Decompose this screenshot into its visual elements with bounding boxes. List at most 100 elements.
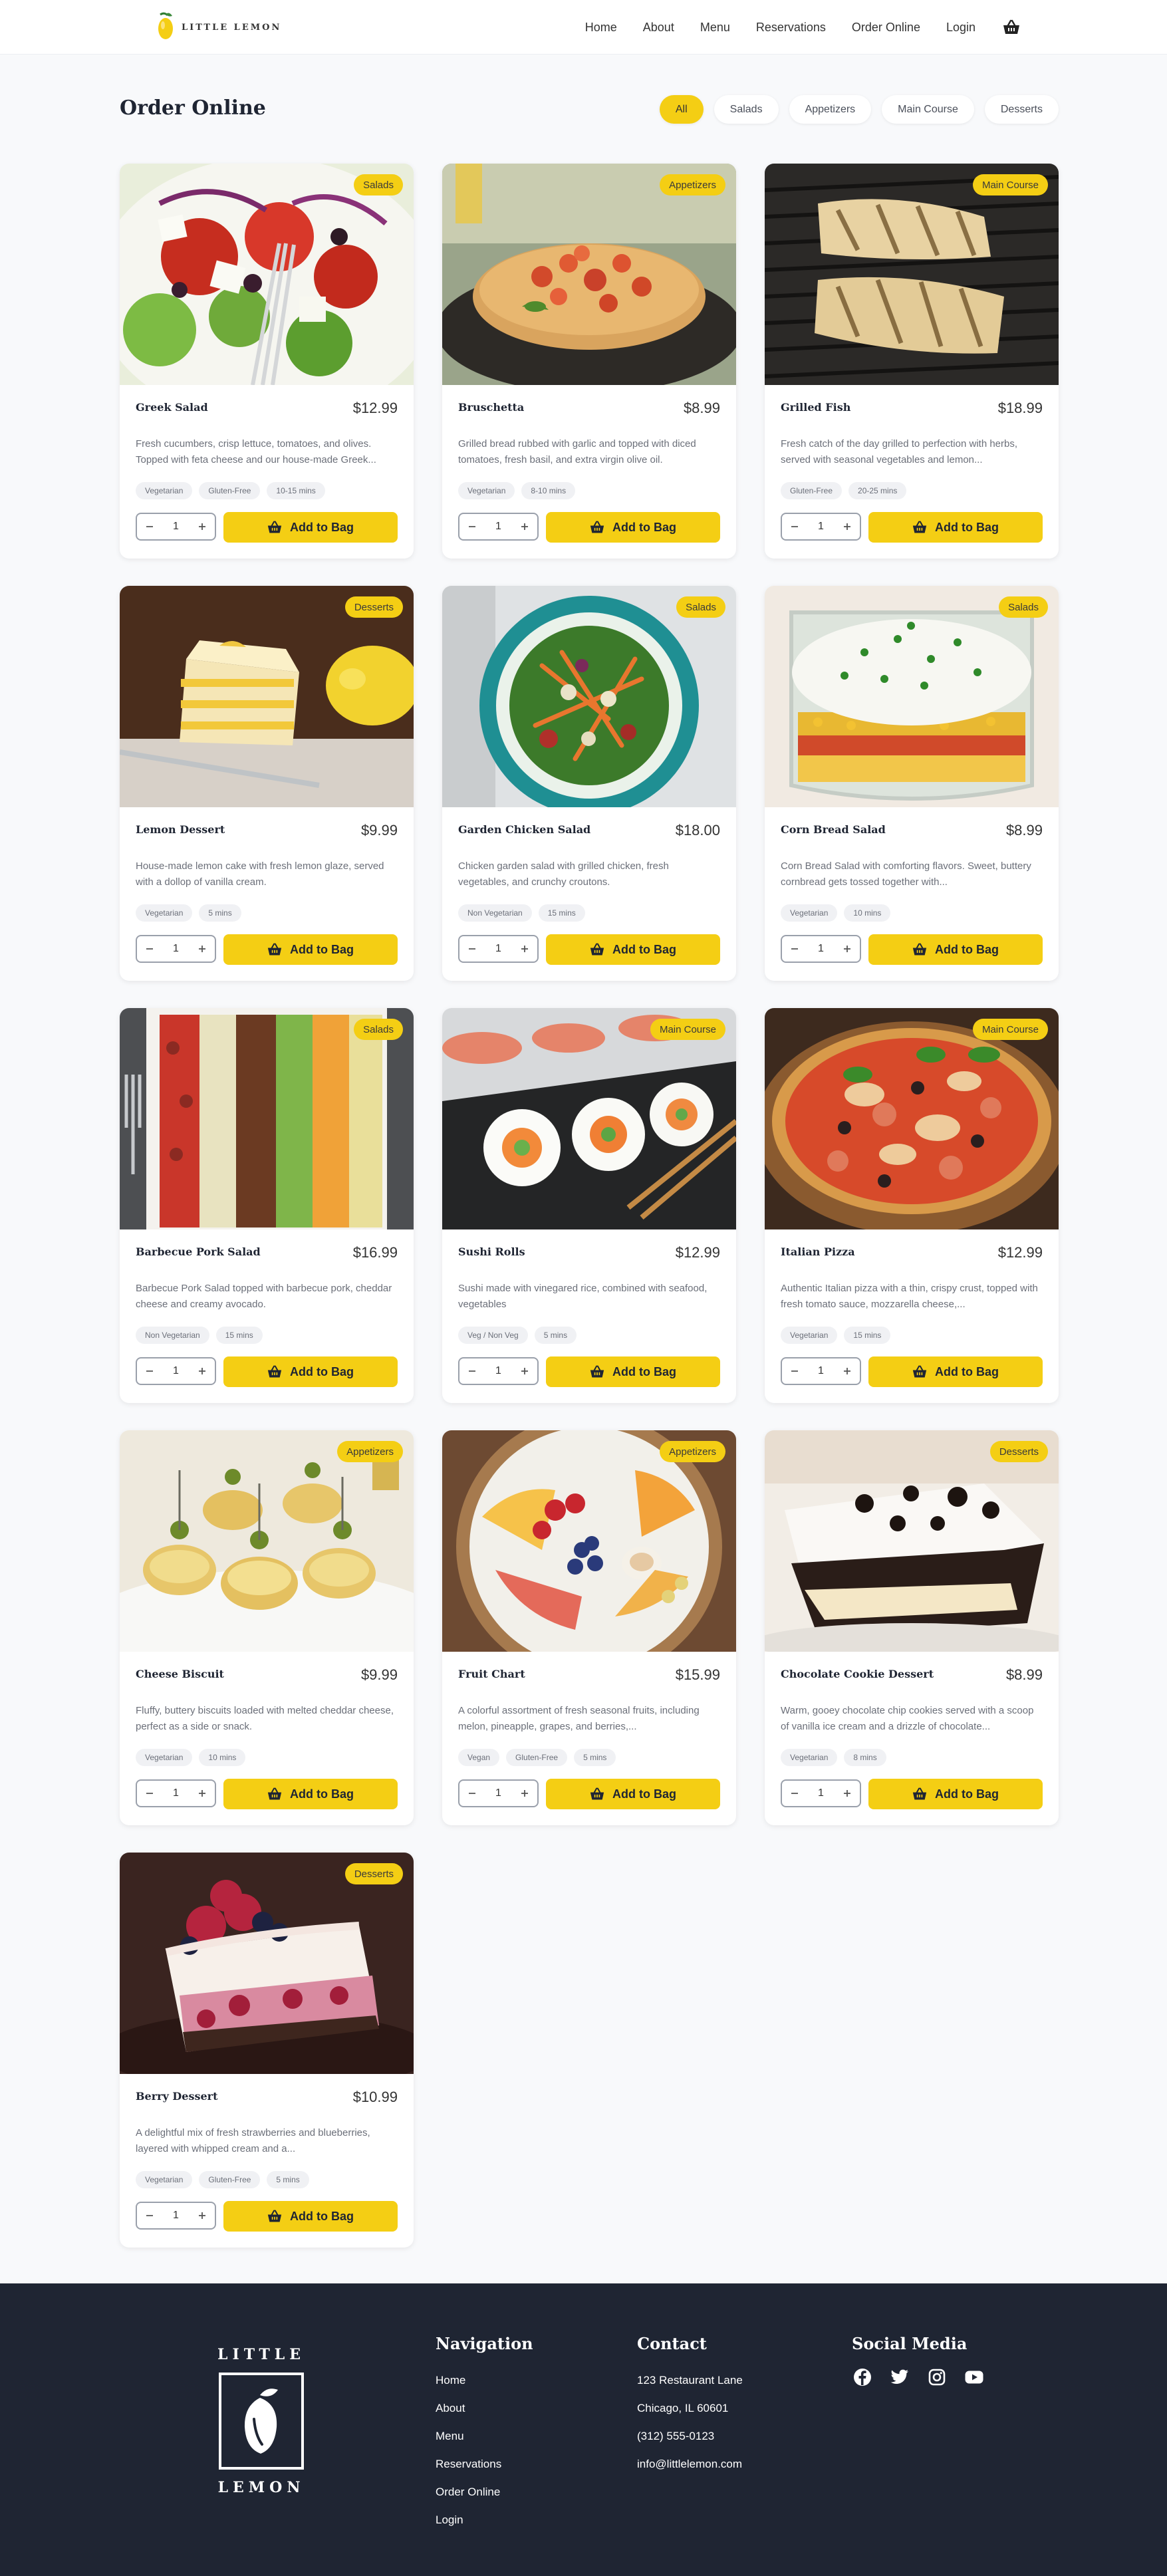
decrease-quantity-button[interactable] [142,519,157,534]
quantity-stepper: 1 [136,2202,216,2230]
add-to-bag-button[interactable]: Add to Bag [868,1779,1043,1809]
increase-quantity-button[interactable] [195,2208,209,2223]
add-to-bag-button[interactable]: Add to Bag [546,1356,720,1387]
add-to-bag-button[interactable]: Add to Bag [868,512,1043,543]
add-to-bag-button[interactable]: Add to Bag [546,934,720,965]
pizza-image[interactable] [765,1008,1059,1229]
quantity-value[interactable]: 1 [818,943,824,955]
increase-quantity-button[interactable] [840,942,854,956]
item-tags: Vegetarian 5 mins [136,904,248,922]
plus-icon [199,1790,205,1797]
decrease-quantity-button[interactable] [465,942,479,956]
footer-link-about[interactable]: About [436,2394,533,2422]
add-to-bag-button[interactable]: Add to Bag [223,512,398,543]
footer-link-menu[interactable]: Menu [436,2422,533,2450]
filter-desserts[interactable]: Desserts [984,95,1059,124]
decrease-quantity-button[interactable] [142,2208,157,2223]
quantity-value[interactable]: 1 [173,943,179,955]
quantity-value[interactable]: 1 [495,943,501,955]
twitter-icon[interactable] [889,2367,910,2388]
item-description: Authentic Italian pizza with a thin, cri… [781,1283,1038,1310]
filter-salads[interactable]: Salads [713,95,779,124]
increase-quantity-button[interactable] [517,1364,532,1378]
greek-salad-image[interactable] [120,164,414,385]
bruschetta-image[interactable] [442,164,736,385]
nav-menu[interactable]: Menu [700,21,730,35]
decrease-quantity-button[interactable] [142,942,157,956]
quantity-value[interactable]: 1 [173,1365,179,1377]
lemon-dessert-image[interactable] [120,586,414,807]
footer-link-login[interactable]: Login [436,2506,533,2534]
nav-home[interactable]: Home [585,21,617,35]
quantity-value[interactable]: 1 [495,1365,501,1377]
item-tags: Vegetarian Gluten-Free 5 mins [136,2171,316,2188]
quantity-value[interactable]: 1 [818,1787,824,1799]
quantity-value[interactable]: 1 [818,521,824,533]
shopping-bag-button[interactable] [1002,18,1021,37]
increase-quantity-button[interactable] [195,942,209,956]
berry-dessert-image[interactable] [120,1853,414,2074]
fruit-image[interactable] [442,1430,736,1652]
biscuit-image[interactable] [120,1430,414,1652]
decrease-quantity-button[interactable] [142,1786,157,1801]
increase-quantity-button[interactable] [840,1364,854,1378]
quantity-value[interactable]: 1 [495,1787,501,1799]
plus-icon [844,1790,850,1797]
logo[interactable]: LITTLE LEMON [156,12,281,43]
nav-about[interactable]: About [643,21,674,35]
basket-icon [267,1365,282,1378]
add-to-bag-button[interactable]: Add to Bag [868,1356,1043,1387]
increase-quantity-button[interactable] [840,1786,854,1801]
facebook-icon[interactable] [852,2367,873,2388]
nav-order-online[interactable]: Order Online [852,21,920,35]
quantity-value[interactable]: 1 [818,1365,824,1377]
increase-quantity-button[interactable] [517,942,532,956]
instagram-icon[interactable] [926,2367,948,2388]
contact-email[interactable]: info@littlelemon.com [637,2450,743,2478]
quantity-value[interactable]: 1 [495,521,501,533]
tag: Vegetarian [136,2171,193,2188]
minus-icon [791,1370,798,1372]
decrease-quantity-button[interactable] [465,1786,479,1801]
sushi-image[interactable] [442,1008,736,1229]
cornbread-salad-image[interactable] [765,586,1059,807]
bbq-salad-image[interactable] [120,1008,414,1229]
nav-login[interactable]: Login [946,21,975,35]
increase-quantity-button[interactable] [517,1786,532,1801]
add-to-bag-button[interactable]: Add to Bag [546,1779,720,1809]
filter-main-course[interactable]: Main Course [882,95,974,124]
youtube-icon[interactable] [964,2367,985,2388]
increase-quantity-button[interactable] [517,519,532,534]
increase-quantity-button[interactable] [195,1786,209,1801]
nav-reservations[interactable]: Reservations [756,21,826,35]
decrease-quantity-button[interactable] [787,1364,802,1378]
footer-logo[interactable]: LITTLE LEMON [215,2346,308,2496]
decrease-quantity-button[interactable] [465,1364,479,1378]
add-to-bag-button[interactable]: Add to Bag [546,512,720,543]
decrease-quantity-button[interactable] [787,942,802,956]
quantity-value[interactable]: 1 [173,2210,179,2222]
increase-quantity-button[interactable] [840,519,854,534]
add-to-bag-button[interactable]: Add to Bag [868,934,1043,965]
add-to-bag-button[interactable]: Add to Bag [223,1779,398,1809]
decrease-quantity-button[interactable] [787,1786,802,1801]
chicken-salad-image[interactable] [442,586,736,807]
cookie-dessert-image[interactable] [765,1430,1059,1652]
footer-link-reservations[interactable]: Reservations [436,2450,533,2478]
quantity-value[interactable]: 1 [173,1787,179,1799]
contact-phone[interactable]: (312) 555-0123 [637,2422,743,2450]
quantity-value[interactable]: 1 [173,521,179,533]
decrease-quantity-button[interactable] [465,519,479,534]
add-to-bag-button[interactable]: Add to Bag [223,934,398,965]
filter-appetizers[interactable]: Appetizers [789,95,872,124]
footer-link-order-online[interactable]: Order Online [436,2478,533,2506]
increase-quantity-button[interactable] [195,519,209,534]
filter-all[interactable]: All [659,95,704,124]
add-to-bag-button[interactable]: Add to Bag [223,2201,398,2232]
decrease-quantity-button[interactable] [787,519,802,534]
decrease-quantity-button[interactable] [142,1364,157,1378]
add-to-bag-button[interactable]: Add to Bag [223,1356,398,1387]
increase-quantity-button[interactable] [195,1364,209,1378]
footer-link-home[interactable]: Home [436,2367,533,2394]
grilled-fish-image[interactable] [765,164,1059,385]
